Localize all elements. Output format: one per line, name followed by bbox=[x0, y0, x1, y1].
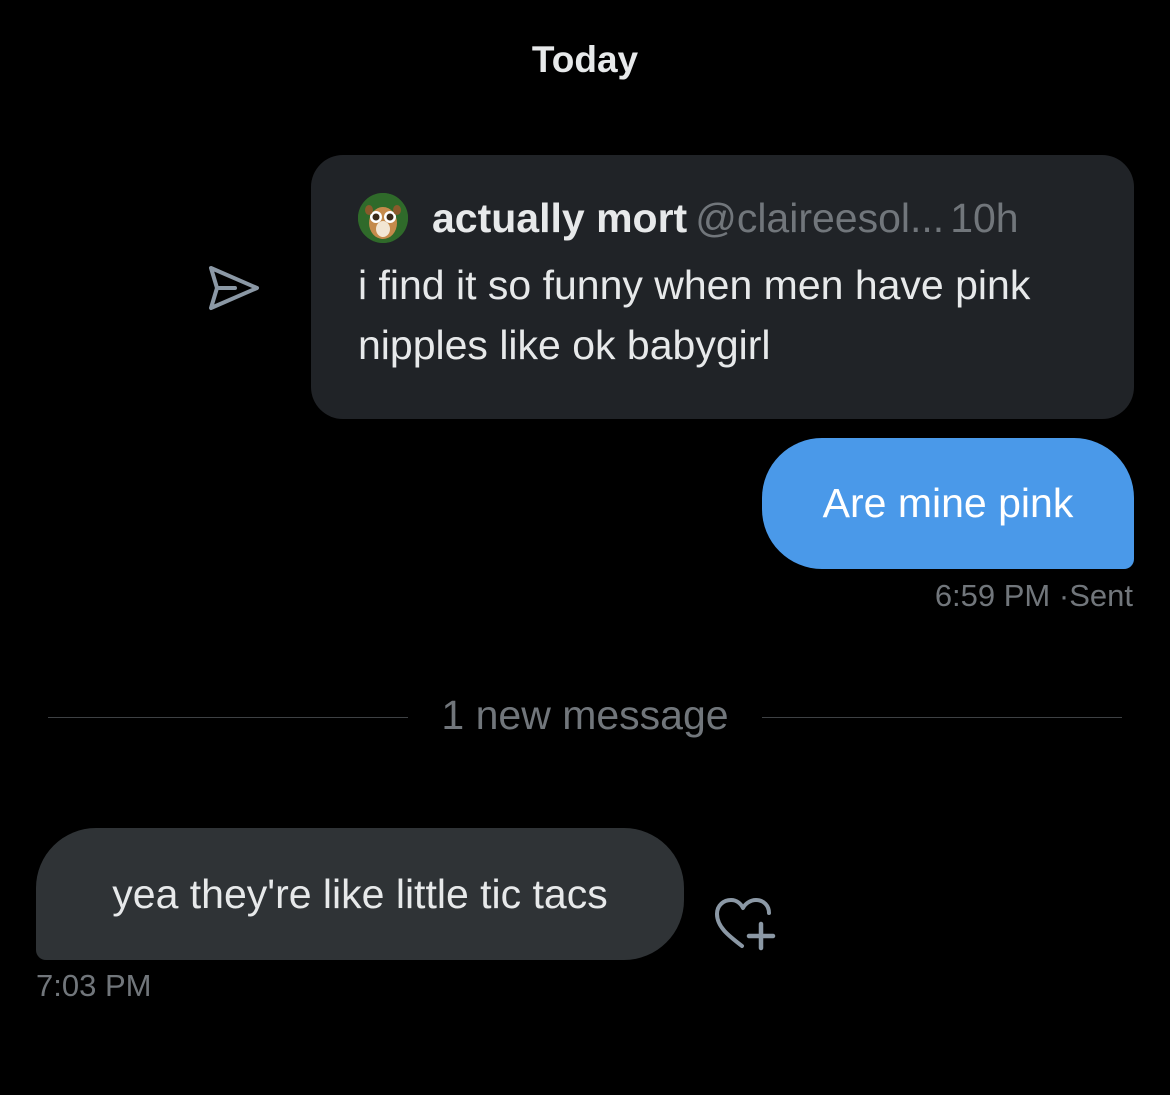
received-message-bubble[interactable]: yea they're like little tic tacs bbox=[36, 828, 684, 960]
quoted-tweet-card[interactable]: actually mort @claireesol... 10h i find it… bbox=[311, 155, 1134, 419]
share-icon[interactable] bbox=[205, 263, 261, 313]
add-reaction-heart-icon[interactable] bbox=[711, 894, 777, 954]
quoted-tweet-time: 10h bbox=[950, 195, 1019, 241]
quoted-tweet-header: actually mort @claireesol... 10h bbox=[432, 193, 1019, 243]
sent-message-meta: 6:59 PM ·Sent bbox=[935, 576, 1133, 616]
lemur-avatar-icon[interactable] bbox=[358, 193, 408, 243]
date-header: Today bbox=[531, 39, 639, 80]
quoted-author-name: actually mort bbox=[432, 195, 688, 241]
sent-status: Sent bbox=[1069, 578, 1133, 613]
new-message-divider: 1 new message bbox=[441, 692, 729, 738]
meta-separator: · bbox=[1058, 578, 1070, 613]
quoted-author-handle: @claireesol... bbox=[695, 195, 945, 241]
sent-message-time: 6:59 PM bbox=[934, 578, 1051, 613]
divider-line-left bbox=[48, 717, 408, 718]
received-message-time: 7:03 PM bbox=[36, 968, 152, 1003]
divider-line-right bbox=[762, 717, 1122, 718]
quoted-tweet-text: i find it so funny when men have pink ni… bbox=[358, 262, 1031, 368]
sent-message-bubble[interactable]: Are mine pink bbox=[762, 438, 1134, 569]
